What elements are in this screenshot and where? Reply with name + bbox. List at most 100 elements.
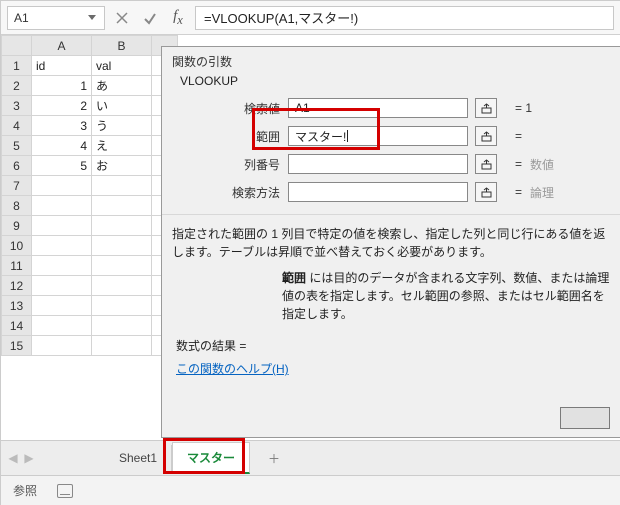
sheet-tab-master[interactable]: マスター xyxy=(172,442,250,474)
arg-value: マスター! xyxy=(295,128,346,145)
sheet-tab-sheet1[interactable]: Sheet1 xyxy=(105,445,172,471)
cell[interactable]: う xyxy=(92,116,152,136)
accept-formula-icon[interactable] xyxy=(139,7,161,29)
tab-prev-icon[interactable]: ◀ xyxy=(7,451,19,465)
add-sheet-icon[interactable]: ＋ xyxy=(262,446,286,470)
row-header[interactable]: 6 xyxy=(2,156,32,176)
row-header[interactable]: 14 xyxy=(2,316,32,336)
argument-list: 検索値 A1 = 1 範囲 マスター! = 列番号 =数値 検索方法 xyxy=(162,88,620,208)
cell[interactable] xyxy=(32,196,92,216)
cell[interactable]: い xyxy=(92,96,152,116)
column-header-A[interactable]: A xyxy=(32,36,92,56)
row-header[interactable]: 1 xyxy=(2,56,32,76)
tab-next-icon[interactable]: ▶ xyxy=(23,451,35,465)
row-header[interactable]: 15 xyxy=(2,336,32,356)
cell[interactable] xyxy=(92,196,152,216)
dialog-ok-button[interactable] xyxy=(560,407,610,429)
tab-nav: ◀ ▶ xyxy=(7,451,35,465)
cancel-formula-icon[interactable] xyxy=(111,7,133,29)
cell[interactable]: 3 xyxy=(32,116,92,136)
dialog-title: 関数の引数 xyxy=(162,47,620,74)
cell[interactable] xyxy=(32,316,92,336)
status-mode: 参照 xyxy=(13,482,37,499)
cell[interactable]: 5 xyxy=(32,156,92,176)
collapse-dialog-icon[interactable] xyxy=(475,126,497,146)
cell[interactable]: え xyxy=(92,136,152,156)
arg-label: 検索値 xyxy=(180,100,280,117)
cell[interactable] xyxy=(32,256,92,276)
row-header[interactable]: 10 xyxy=(2,236,32,256)
function-name: VLOOKUP xyxy=(162,74,620,88)
argument-description: 範囲 には目的のデータが含まれる文字列、数値、または論理値の表を指定します。セル… xyxy=(162,265,620,327)
cell[interactable] xyxy=(92,336,152,356)
cell[interactable] xyxy=(92,316,152,336)
row-header[interactable]: 8 xyxy=(2,196,32,216)
cell[interactable] xyxy=(92,296,152,316)
cell[interactable]: 2 xyxy=(32,96,92,116)
name-box-value: A1 xyxy=(14,11,29,25)
cell[interactable] xyxy=(92,176,152,196)
formula-text: =VLOOKUP(A1,マスター!) xyxy=(204,8,358,27)
cell[interactable]: val xyxy=(92,56,152,76)
row-header[interactable]: 3 xyxy=(2,96,32,116)
arg-label: 検索方法 xyxy=(180,184,280,201)
cell[interactable] xyxy=(32,236,92,256)
row-header[interactable]: 11 xyxy=(2,256,32,276)
cell[interactable] xyxy=(32,176,92,196)
arg-input-range-lookup[interactable] xyxy=(288,182,468,202)
row-header[interactable]: 7 xyxy=(2,176,32,196)
row-header[interactable]: 9 xyxy=(2,216,32,236)
arg-result: =数値 xyxy=(515,156,554,173)
formula-bar-row: A1 fx =VLOOKUP(A1,マスター!) xyxy=(1,1,620,35)
arg-desc-label: 範囲 xyxy=(282,271,306,285)
excel-window: A1 fx =VLOOKUP(A1,マスター!) A B 1idval 21あ … xyxy=(0,0,620,505)
cell[interactable]: id xyxy=(32,56,92,76)
keyboard-icon[interactable] xyxy=(57,484,73,498)
cell[interactable]: 1 xyxy=(32,76,92,96)
arg-desc-text: には目的のデータが含まれる文字列、数値、または論理値の表を指定します。セル範囲の… xyxy=(282,271,609,321)
arg-input-lookup-value[interactable]: A1 xyxy=(288,98,468,118)
arg-result: = xyxy=(515,129,522,143)
cell[interactable] xyxy=(92,216,152,236)
name-box[interactable]: A1 xyxy=(7,6,105,30)
arg-result: =論理 xyxy=(515,184,554,201)
cell[interactable] xyxy=(32,216,92,236)
select-all-corner[interactable] xyxy=(2,36,32,56)
column-header-B[interactable]: B xyxy=(92,36,152,56)
row-header[interactable]: 2 xyxy=(2,76,32,96)
cell[interactable] xyxy=(32,276,92,296)
cell[interactable] xyxy=(92,256,152,276)
arg-value: A1 xyxy=(295,101,310,115)
collapse-dialog-icon[interactable] xyxy=(475,154,497,174)
cell[interactable] xyxy=(32,296,92,316)
arg-col-index-row: 列番号 =数値 xyxy=(180,150,610,178)
row-header[interactable]: 13 xyxy=(2,296,32,316)
cell[interactable] xyxy=(92,276,152,296)
sheet-tab-bar: ◀ ▶ Sheet1 マスター ＋ xyxy=(1,440,620,475)
cell[interactable]: 4 xyxy=(32,136,92,156)
cell[interactable] xyxy=(32,336,92,356)
arg-result: = 1 xyxy=(515,101,532,115)
arg-label: 範囲 xyxy=(180,128,280,145)
row-header[interactable]: 4 xyxy=(2,116,32,136)
arg-table-array-row: 範囲 マスター! = xyxy=(180,122,610,150)
fx-icon[interactable]: fx xyxy=(167,7,189,29)
row-header[interactable]: 12 xyxy=(2,276,32,296)
function-help-link[interactable]: この関数のヘルプ(H) xyxy=(162,356,620,385)
function-arguments-dialog: 関数の引数 VLOOKUP 検索値 A1 = 1 範囲 マスター! = 列番号 … xyxy=(161,46,620,438)
formula-input[interactable]: =VLOOKUP(A1,マスター!) xyxy=(195,6,614,30)
row-header[interactable]: 5 xyxy=(2,136,32,156)
arg-input-col-index[interactable] xyxy=(288,154,468,174)
status-bar: 参照 xyxy=(1,475,620,505)
help-link-text[interactable]: この関数のヘルプ(H) xyxy=(176,362,289,376)
arg-range-lookup-row: 検索方法 =論理 xyxy=(180,178,610,206)
arg-input-table-array[interactable]: マスター! xyxy=(288,126,468,146)
collapse-dialog-icon[interactable] xyxy=(475,98,497,118)
cell[interactable]: お xyxy=(92,156,152,176)
cell[interactable] xyxy=(92,236,152,256)
formula-result: 数式の結果 = xyxy=(162,327,620,356)
collapse-dialog-icon[interactable] xyxy=(475,182,497,202)
function-description: 指定された範囲の 1 列目で特定の値を検索し、指定した列と同じ行にある値を返しま… xyxy=(162,214,620,265)
cell[interactable]: あ xyxy=(92,76,152,96)
arg-lookup-value-row: 検索値 A1 = 1 xyxy=(180,94,610,122)
